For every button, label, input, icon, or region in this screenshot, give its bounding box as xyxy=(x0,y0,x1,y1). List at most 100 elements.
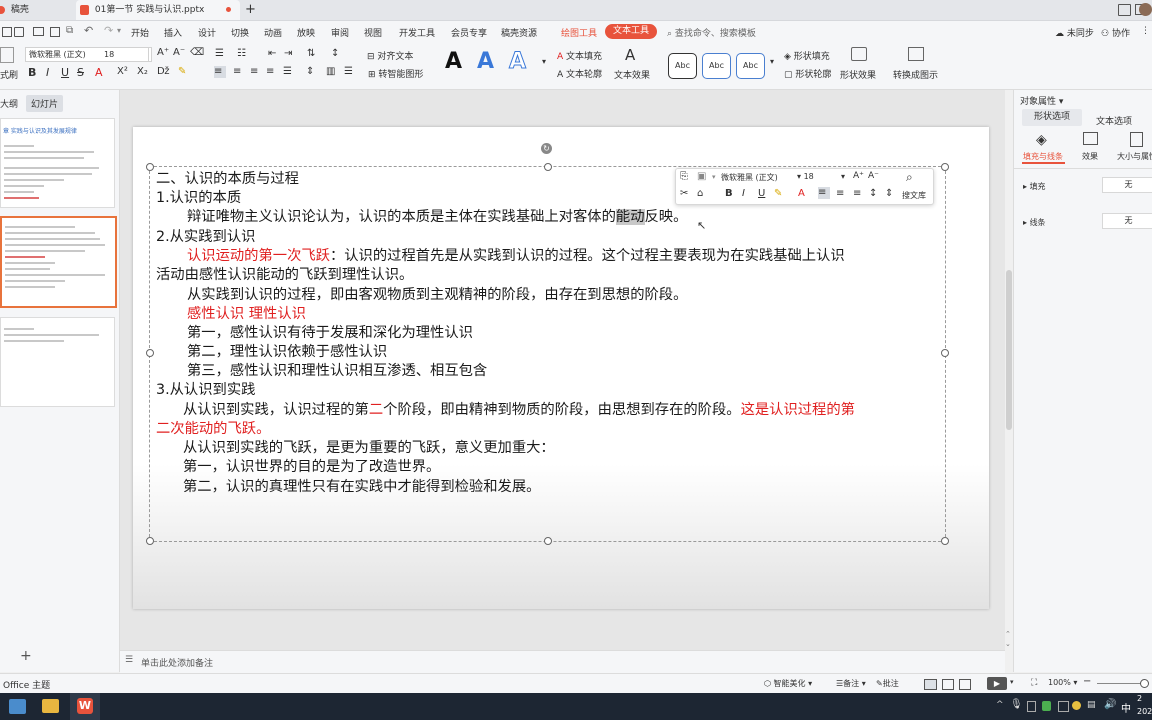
sorter-view-icon[interactable] xyxy=(942,679,954,690)
mic-icon[interactable]: 🎙 xyxy=(1010,699,1023,710)
ime-indicator[interactable]: 中 xyxy=(1121,700,1131,715)
float-align-right-icon[interactable]: ≡ xyxy=(853,188,861,199)
export-icon[interactable]: ⧉ xyxy=(66,25,73,36)
sync-status[interactable]: ☁ 未同步 xyxy=(1055,26,1094,39)
italic-icon[interactable]: I xyxy=(46,66,49,79)
smart-graphic-button[interactable]: ⊞ 转智能图形 xyxy=(368,67,423,80)
preview-icon[interactable] xyxy=(50,27,60,37)
tab-shape-options[interactable]: 形状选项 xyxy=(1022,109,1082,126)
security-icon[interactable] xyxy=(1042,701,1051,711)
shape-style-2[interactable]: Abc xyxy=(702,53,731,79)
slide-thumbnail-3[interactable] xyxy=(0,317,115,407)
volume-icon[interactable]: 🔊 xyxy=(1104,699,1116,710)
text-style-more-icon[interactable]: ▾ xyxy=(542,57,546,66)
play-button[interactable]: ▶ xyxy=(987,677,1007,690)
bold-icon[interactable]: B xyxy=(28,66,36,79)
text-style-blue[interactable]: A xyxy=(477,49,494,74)
align-left-icon[interactable]: ≡ xyxy=(214,66,226,78)
file-explorer-icon[interactable] xyxy=(42,699,59,713)
library-search-icon[interactable]: ⌕ xyxy=(906,170,913,185)
file-icon[interactable] xyxy=(2,27,12,37)
line-select[interactable]: 无 xyxy=(1102,213,1152,229)
network-icon[interactable]: ▤ xyxy=(1087,700,1096,710)
window-mode-icon[interactable] xyxy=(1118,4,1131,16)
format-painter-button[interactable]: 式刷 xyxy=(0,68,18,81)
comment-button[interactable]: ✎批注 xyxy=(876,678,899,689)
tray-app-icon[interactable] xyxy=(1027,701,1036,712)
resize-handle-e[interactable] xyxy=(941,349,949,357)
normal-view-icon[interactable] xyxy=(924,679,937,690)
text-direction-icon[interactable]: ⇅ xyxy=(307,48,315,59)
scroll-thumb[interactable] xyxy=(1006,270,1012,430)
text-style-black[interactable]: A xyxy=(445,49,462,74)
numbered-list-icon[interactable]: ☷ xyxy=(237,48,246,59)
tab-document[interactable]: 01第一节 实践与认识.pptx xyxy=(76,0,240,20)
shape-style-more-icon[interactable]: ▾ xyxy=(770,57,774,66)
strikethrough-icon[interactable]: S xyxy=(77,66,84,79)
text-outline-button[interactable]: A 文本轮廓 xyxy=(557,67,602,80)
float-italic-icon[interactable]: I xyxy=(742,188,745,199)
vertical-scrollbar[interactable]: ⌃ ⌄ xyxy=(1005,90,1013,650)
clock-date[interactable]: 202 xyxy=(1137,707,1152,716)
text-columns-icon[interactable]: ☰ xyxy=(344,66,353,77)
float-font-color-icon[interactable]: A xyxy=(798,188,805,199)
paste-dropdown-icon[interactable]: ▾ xyxy=(712,173,716,181)
scroll-down-icon[interactable]: ⌄ xyxy=(1005,640,1011,648)
float-font-size-select[interactable]: ▾ 18 xyxy=(797,172,814,181)
resize-handle-ne[interactable] xyxy=(941,163,949,171)
shape-fill-button[interactable]: ◈ 形状填充 xyxy=(784,49,830,62)
convert-image-icon[interactable] xyxy=(908,47,924,61)
avatar[interactable] xyxy=(1139,3,1152,16)
shape-style-3[interactable]: Abc xyxy=(736,53,765,79)
tray-yellow-icon[interactable] xyxy=(1072,701,1081,710)
size-property-icon[interactable] xyxy=(1130,132,1143,147)
menu-view[interactable]: 视图 xyxy=(364,26,382,39)
slide-thumbnail-2[interactable] xyxy=(0,216,117,308)
para-spacing-icon[interactable]: ⇕ xyxy=(306,66,314,77)
tab-slides[interactable]: 幻灯片 xyxy=(26,95,64,112)
search-box[interactable]: ⌕ 查找命令、搜索模板 xyxy=(667,26,756,39)
float-bold-icon[interactable]: B xyxy=(725,188,733,199)
float-grow-font-icon[interactable]: A⁺ xyxy=(853,171,864,181)
cut-icon[interactable]: ✂ xyxy=(680,188,688,199)
subscript-icon[interactable]: X₂ xyxy=(137,66,148,77)
underline-icon[interactable]: U xyxy=(61,66,69,79)
collaborate-button[interactable]: ⚇ 协作 xyxy=(1101,26,1130,39)
zoom-select[interactable]: 100% ▾ xyxy=(1048,678,1077,687)
menu-insert[interactable]: 插入 xyxy=(164,26,182,39)
slide-thumbnail-1[interactable]: 章 实践与认识及其发展规律 xyxy=(0,118,115,208)
indent-decrease-icon[interactable]: ⇤ xyxy=(268,48,276,59)
clear-format-icon[interactable]: ⌫ xyxy=(190,47,204,58)
notes-pane[interactable]: ☰ 单击此处添加备注 xyxy=(120,650,1005,673)
shape-effect-button[interactable]: 形状效果 xyxy=(840,68,876,81)
float-shrink-font-icon[interactable]: A⁻ xyxy=(868,171,879,181)
zoom-slider-thumb[interactable] xyxy=(1140,679,1149,688)
resize-handle-nw[interactable] xyxy=(146,163,154,171)
more-icon[interactable]: ▾ xyxy=(117,26,121,35)
tab-outline[interactable]: 大纲 xyxy=(0,97,18,110)
convert-image-button[interactable]: 转换成图示 xyxy=(893,68,938,81)
subtab-size[interactable]: 大小与属性 xyxy=(1117,151,1152,162)
shape-outline-button[interactable]: ▢ 形状轮廓 xyxy=(784,67,831,80)
justify-icon[interactable]: ≡ xyxy=(266,66,274,77)
align-right-icon[interactable]: ≡ xyxy=(250,66,258,77)
menu-animation[interactable]: 动画 xyxy=(264,26,282,39)
menu-resources[interactable]: 稿壳资源 xyxy=(501,26,537,39)
float-para-spacing-icon[interactable]: ⇕ xyxy=(885,188,893,199)
float-underline-icon[interactable]: U xyxy=(758,188,765,199)
share-icon[interactable]: ⋮ xyxy=(1141,26,1150,36)
effect-icon[interactable] xyxy=(1083,132,1098,145)
scroll-up-icon[interactable]: ⌃ xyxy=(1005,630,1011,638)
resize-handle-n[interactable] xyxy=(544,163,552,171)
menu-drawing-tools[interactable]: 绘图工具 xyxy=(561,26,597,39)
tray-arrow-icon[interactable]: ^ xyxy=(996,700,1004,710)
float-font-size-dropdown-icon[interactable]: ▾ xyxy=(841,172,845,181)
font-color-icon[interactable]: A xyxy=(95,66,103,79)
start-app-icon[interactable] xyxy=(9,699,26,714)
float-align-left-icon[interactable]: ≡ xyxy=(818,187,830,199)
fill-line-icon[interactable]: ◈ xyxy=(1036,132,1047,148)
tab-home[interactable]: 稿壳 xyxy=(0,0,66,20)
format-painter-icon[interactable] xyxy=(0,47,14,63)
tab-text-options[interactable]: 文本选项 xyxy=(1096,114,1132,127)
beautify-button[interactable]: ⬡ 智能美化 ▾ xyxy=(764,678,812,689)
